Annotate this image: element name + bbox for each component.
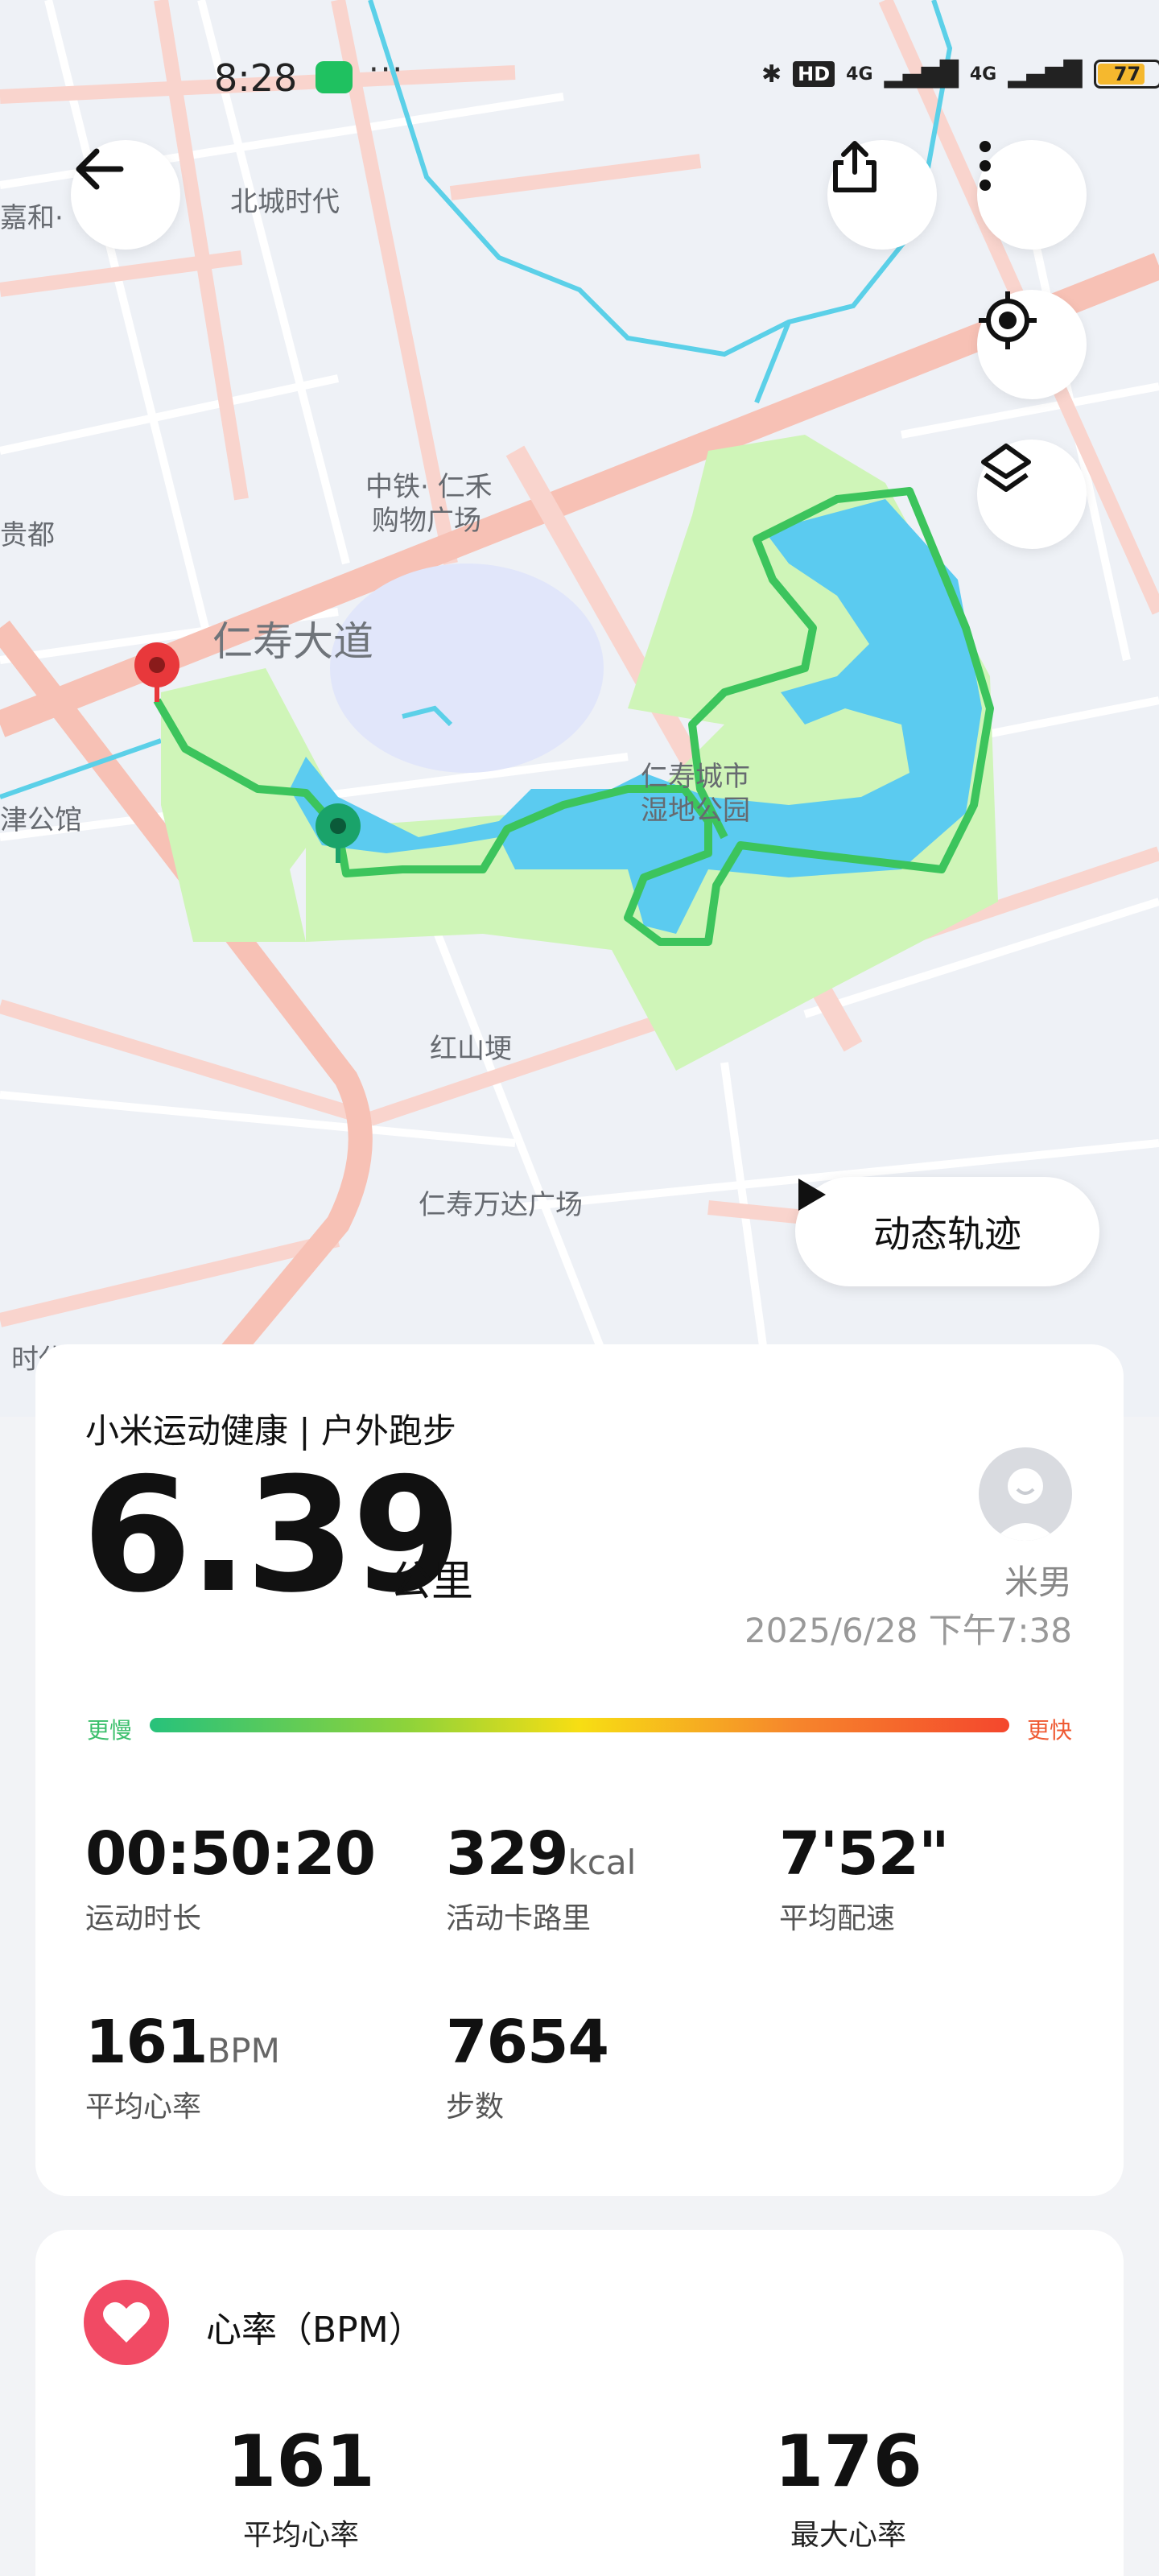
bluetooth-icon: ✱ bbox=[761, 60, 782, 89]
route-map[interactable]: 北城时代 嘉和· 贵都 中铁· 仁禾 购物广场 仁寿大道 仁寿城市 湿地公园 津… bbox=[0, 0, 1159, 1417]
summary-card: 小米运动健康 | 户外跑步 6.39 公里 米男 2025/6/28 下午7:3… bbox=[35, 1344, 1124, 2196]
map-label-hongshan: 红山埂 bbox=[430, 1033, 512, 1065]
pace-value: 7'52" bbox=[779, 1819, 950, 1889]
user-avatar-icon bbox=[993, 1468, 1058, 1541]
hr-max-label: 最大心率 bbox=[790, 2519, 906, 2552]
map-label-beicheng: 北城时代 bbox=[230, 186, 340, 218]
hr-avg-value: 161 bbox=[227, 2420, 375, 2503]
user-name: 米男 bbox=[1004, 1563, 1072, 1602]
map-label-gongguan: 津公馆 bbox=[0, 804, 82, 836]
signal-2-icon: ▂▄▆█ bbox=[1008, 60, 1083, 89]
arrow-left-icon bbox=[76, 148, 124, 190]
layers-button[interactable] bbox=[977, 440, 1087, 549]
map-label-wetland-2: 湿地公园 bbox=[641, 795, 750, 827]
pace-slow-label: 更慢 bbox=[87, 1717, 133, 1744]
stat-avg-hr: 161BPM 平均心率 bbox=[85, 2013, 280, 2125]
steps-value: 7654 bbox=[446, 2008, 609, 2077]
layers-icon bbox=[981, 444, 1031, 492]
map-label-jiahe: 嘉和· bbox=[0, 202, 64, 234]
avg-hr-unit: BPM bbox=[207, 2031, 280, 2070]
map-label-renshou-road: 仁寿大道 bbox=[212, 618, 373, 665]
more-vertical-icon bbox=[980, 141, 991, 191]
status-bar: 8:28 ··· ✱ HD 4G ▂▄▆█ 4G ▂▄▆█ 77 bbox=[0, 52, 1159, 105]
hr-avg-label: 平均心率 bbox=[242, 2519, 359, 2552]
stat-steps: 7654 步数 bbox=[446, 2008, 609, 2125]
pace-fast-label: 更快 bbox=[1026, 1717, 1072, 1744]
stat-duration: 00:50:20 运动时长 bbox=[85, 1819, 376, 1937]
stat-calories: 329kcal 活动卡路里 bbox=[446, 1824, 636, 1937]
map-label-zhongtie-1: 中铁· 仁禾 bbox=[365, 471, 493, 503]
play-icon bbox=[798, 1179, 826, 1211]
duration-label: 运动时长 bbox=[85, 1902, 202, 1935]
map-label-zhongtie-2: 购物广场 bbox=[372, 505, 481, 537]
hr-max-value: 176 bbox=[774, 2420, 922, 2503]
locate-icon bbox=[979, 291, 1037, 349]
map-label-wanda: 仁寿万达广场 bbox=[419, 1189, 583, 1221]
pace-gradient-bar bbox=[150, 1718, 1009, 1732]
workout-datetime: 2025/6/28 下午7:38 bbox=[744, 1611, 1072, 1650]
hr-max: 176 最大心率 bbox=[728, 2426, 969, 2553]
more-button[interactable] bbox=[977, 140, 1087, 250]
heart-rate-title: 心率（BPM） bbox=[206, 2310, 424, 2351]
calories-value: 329 bbox=[446, 1819, 568, 1889]
map-label-guidu: 贵都 bbox=[0, 519, 55, 551]
hd-icon: HD bbox=[793, 61, 835, 87]
avatar[interactable] bbox=[979, 1447, 1072, 1541]
avg-hr-value: 161 bbox=[85, 2008, 208, 2077]
signal-1-label: 4G bbox=[846, 64, 873, 85]
share-icon bbox=[833, 141, 876, 192]
hr-avg: 161 平均心率 bbox=[180, 2426, 422, 2553]
distance-unit: 公里 bbox=[390, 1558, 474, 1606]
map-label-wetland-1: 仁寿城市 bbox=[641, 761, 750, 793]
calories-label: 活动卡路里 bbox=[446, 1902, 592, 1935]
battery-level: 77 bbox=[1113, 63, 1141, 85]
dynamic-track-label: 动态轨迹 bbox=[873, 1212, 1021, 1256]
signal-1-icon: ▂▄▆█ bbox=[884, 60, 959, 89]
duration-value: 00:50:20 bbox=[85, 1819, 376, 1889]
calories-unit: kcal bbox=[567, 1843, 637, 1882]
heart-rate-card[interactable]: 心率（BPM） 161 平均心率 176 最大心率 bbox=[35, 2230, 1124, 2576]
steps-label: 步数 bbox=[446, 2091, 505, 2124]
battery-icon: 77 bbox=[1093, 60, 1159, 89]
status-time: 8:28 bbox=[214, 56, 298, 100]
wechat-icon bbox=[316, 61, 353, 93]
status-right: ✱ HD 4G ▂▄▆█ 4G ▂▄▆█ 77 bbox=[761, 60, 1159, 89]
locate-button[interactable] bbox=[977, 290, 1087, 399]
avg-hr-label: 平均心率 bbox=[85, 2091, 202, 2124]
stat-pace: 7'52" 平均配速 bbox=[779, 1819, 950, 1937]
dynamic-track-button[interactable]: 动态轨迹 bbox=[795, 1177, 1099, 1286]
signal-2-label: 4G bbox=[969, 64, 997, 85]
pace-label: 平均配速 bbox=[779, 1902, 896, 1935]
more-notifications-icon: ··· bbox=[369, 52, 405, 89]
heart-badge bbox=[84, 2280, 169, 2365]
share-button[interactable] bbox=[827, 140, 937, 250]
heart-icon bbox=[103, 2301, 150, 2343]
back-button[interactable] bbox=[71, 140, 180, 250]
